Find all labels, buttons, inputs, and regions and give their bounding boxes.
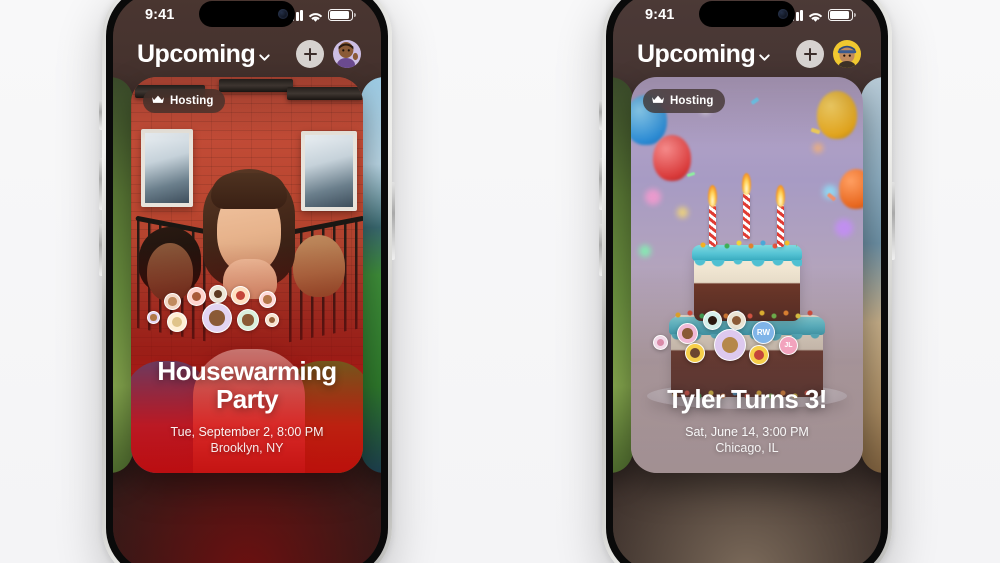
add-event-button-right[interactable] <box>796 40 824 68</box>
attendee-avatar[interactable] <box>265 313 279 327</box>
power-button-right[interactable] <box>892 182 895 260</box>
attendee-avatar[interactable] <box>237 309 259 331</box>
attendee-avatar[interactable] <box>703 311 722 330</box>
attendee-avatar[interactable] <box>164 293 181 310</box>
crown-icon <box>651 94 665 108</box>
event-title-left: Housewarming Party <box>157 355 337 414</box>
status-indicators-left <box>286 9 356 22</box>
attendee-avatar[interactable] <box>259 291 276 308</box>
screenshot-stage: 9:41 Upcoming Hosting Housewarming Party… <box>0 0 1000 563</box>
attendee-avatar[interactable] <box>685 343 705 363</box>
phone-screen-left: 9:41 Upcoming Hosting Housewarming Party… <box>113 0 381 563</box>
action-button-right[interactable] <box>599 100 602 130</box>
nav-actions-left <box>296 40 361 68</box>
attendee-cluster-right[interactable]: RW JL <box>631 305 863 365</box>
status-time-right: 9:41 <box>645 7 675 23</box>
chevron-down-icon <box>758 51 771 64</box>
crown-icon <box>151 94 165 108</box>
chevron-down-icon <box>258 51 271 64</box>
attendee-avatar[interactable] <box>167 312 187 332</box>
profile-avatar-button-left[interactable] <box>333 40 361 68</box>
upcoming-menu-left[interactable]: Upcoming <box>137 40 271 69</box>
event-title-right: Tyler Turns 3! <box>667 383 827 414</box>
hosting-badge-label-left: Hosting <box>170 95 214 107</box>
phone-device-right: 9:41 Upcoming Hosting RW JL Tyler Turns … <box>599 0 895 563</box>
phone-screen-right: 9:41 Upcoming Hosting RW JL Tyler Turns … <box>613 0 881 563</box>
power-button-left[interactable] <box>392 182 395 260</box>
status-indicators-right <box>786 9 856 22</box>
plus-icon <box>803 47 817 61</box>
battery-icon <box>828 9 856 21</box>
attendee-avatar[interactable] <box>653 335 668 350</box>
volume-up-button-right[interactable] <box>599 158 602 210</box>
action-button-left[interactable] <box>99 100 102 130</box>
attendee-avatar-primary[interactable] <box>714 329 746 361</box>
hosting-badge-label-right: Hosting <box>670 95 714 107</box>
status-time-left: 9:41 <box>145 7 175 23</box>
nav-actions-right <box>796 40 861 68</box>
attendee-avatar[interactable] <box>231 286 250 305</box>
plus-icon <box>303 47 317 61</box>
page-title-right: Upcoming <box>637 39 756 68</box>
previous-card-peek-left[interactable] <box>113 77 133 473</box>
volume-down-button-right[interactable] <box>599 224 602 276</box>
attendee-avatar[interactable] <box>209 285 227 303</box>
event-location-left: Brooklyn, NY <box>210 441 284 455</box>
attendee-avatar[interactable] <box>187 287 206 306</box>
profile-avatar-button-right[interactable] <box>833 40 861 68</box>
volume-up-button-left[interactable] <box>99 158 102 210</box>
event-details-right: Tyler Turns 3! Sat, June 14, 3:00 PM Chi… <box>631 385 863 455</box>
event-card-birthday[interactable]: Hosting RW JL Tyler Turns 3! Sat, June 1… <box>631 77 863 473</box>
nav-bar-left: Upcoming <box>113 31 381 77</box>
attendee-avatar-primary[interactable] <box>202 303 232 333</box>
attendee-avatar[interactable] <box>727 311 746 330</box>
profile-avatar-icon <box>837 45 857 68</box>
event-card-deck-right: Hosting RW JL Tyler Turns 3! Sat, June 1… <box>613 77 881 563</box>
attendee-avatar-initials[interactable]: RW <box>752 321 775 344</box>
wifi-icon <box>808 10 823 22</box>
nav-bar-right: Upcoming <box>613 31 881 77</box>
dynamic-island-left <box>199 1 295 27</box>
battery-icon <box>328 9 356 21</box>
next-card-peek-right[interactable] <box>861 77 881 473</box>
hosting-badge-right: Hosting <box>643 89 725 113</box>
event-datetime-left: Tue, September 2, 8:00 PM <box>170 425 324 439</box>
attendee-cluster-left[interactable] <box>131 285 363 333</box>
page-title-left: Upcoming <box>137 39 256 68</box>
event-location-right: Chicago, IL <box>715 441 779 455</box>
front-camera-icon <box>778 9 788 19</box>
front-camera-icon <box>278 9 288 19</box>
attendee-avatar[interactable] <box>749 345 769 365</box>
phone-frame-left: 9:41 Upcoming Hosting Housewarming Party… <box>106 0 388 563</box>
dynamic-island-right <box>699 1 795 27</box>
add-event-button-left[interactable] <box>296 40 324 68</box>
event-datetime-right: Sat, June 14, 3:00 PM <box>685 425 809 439</box>
upcoming-menu-right[interactable]: Upcoming <box>637 40 771 69</box>
profile-avatar-icon <box>337 42 358 68</box>
event-details-left: Housewarming Party Tue, September 2, 8:0… <box>131 357 363 455</box>
wifi-icon <box>308 10 323 22</box>
event-card-housewarming[interactable]: Hosting Housewarming Party Tue, Septembe… <box>131 77 363 473</box>
volume-down-button-left[interactable] <box>99 224 102 276</box>
next-card-peek-left[interactable] <box>361 77 381 473</box>
attendee-avatar-initials[interactable]: JL <box>779 336 798 355</box>
hosting-badge-left: Hosting <box>143 89 225 113</box>
phone-device-left: 9:41 Upcoming Hosting Housewarming Party… <box>99 0 395 563</box>
event-card-deck-left: Hosting Housewarming Party Tue, Septembe… <box>113 77 381 563</box>
previous-card-peek-right[interactable] <box>613 77 633 473</box>
phone-frame-right: 9:41 Upcoming Hosting RW JL Tyler Turns … <box>606 0 888 563</box>
attendee-avatar[interactable] <box>147 311 160 324</box>
attendee-avatar[interactable] <box>677 323 698 344</box>
